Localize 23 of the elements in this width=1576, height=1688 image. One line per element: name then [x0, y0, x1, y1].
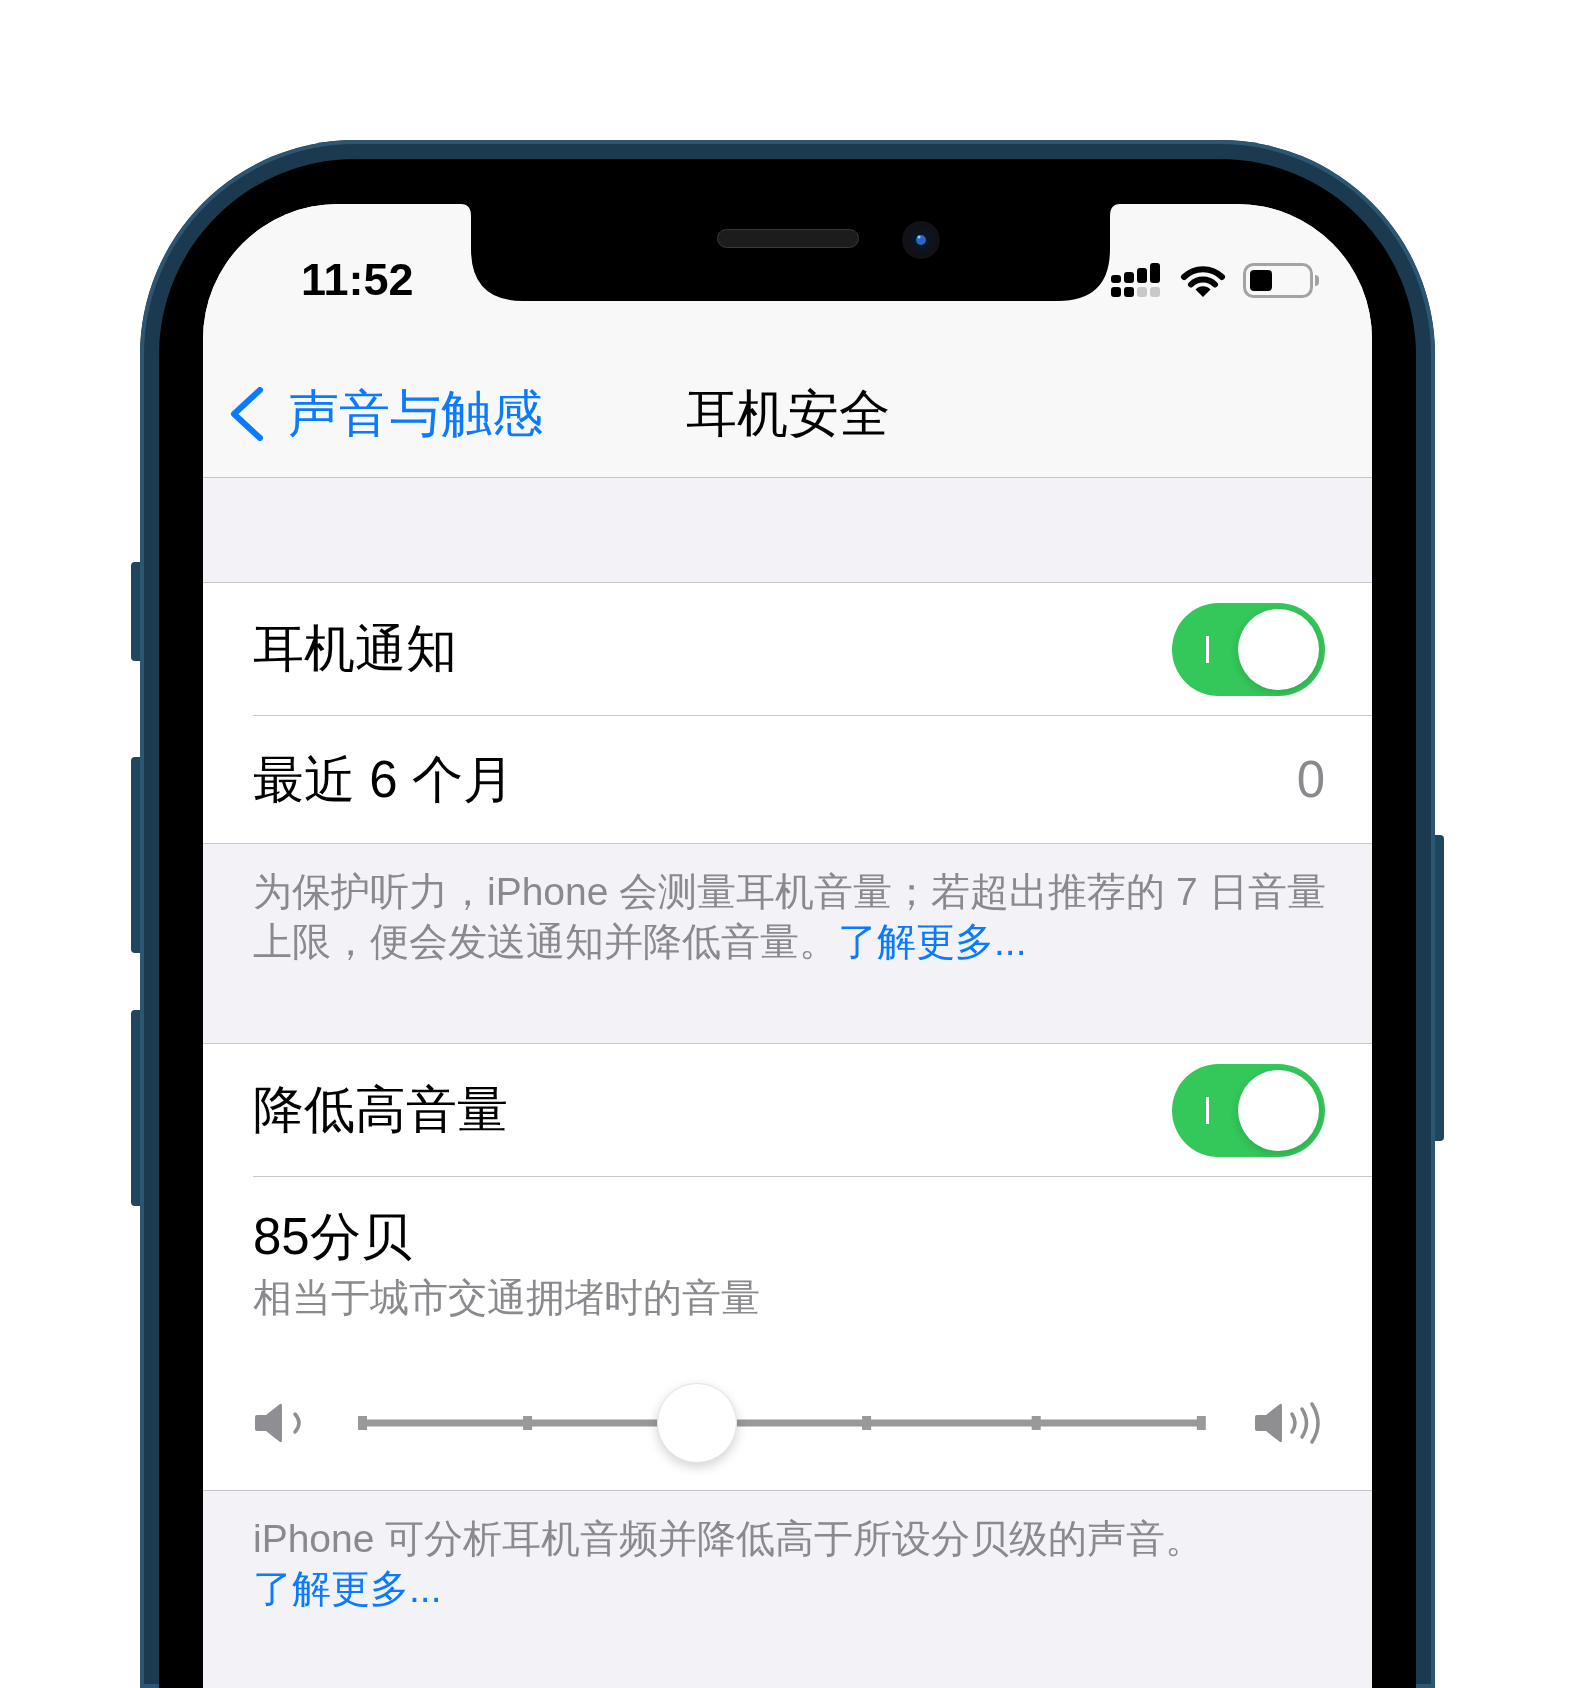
- row-label: 耳机通知: [253, 619, 457, 679]
- on-label-icon: [1206, 1096, 1209, 1124]
- footer-text: iPhone 可分析耳机音频并降低高于所设分贝级的声音。 了解更多...: [252, 1516, 1206, 1612]
- row-subtitle: 相当于城市交通拥堵时的音量: [253, 1275, 760, 1321]
- slider-thumb[interactable]: [657, 1383, 738, 1463]
- learn-more-link[interactable]: 了解更多...: [838, 920, 1027, 963]
- battery-icon: [1243, 262, 1319, 298]
- row-label: 最近 6 个月: [253, 749, 514, 810]
- status-time: 11:52: [301, 254, 414, 306]
- chevron-left-icon: [229, 386, 264, 441]
- page-title: 耳机安全: [685, 383, 890, 444]
- row-label: 降低高音量: [253, 1080, 508, 1140]
- on-label-icon: [1206, 635, 1209, 663]
- learn-more-link[interactable]: 了解更多...: [253, 1567, 442, 1610]
- footer-text: 为保护听力，iPhone 会测量耳机音量；若超出推荐的 7 日音量上限，便会发送通知并降低音量。了解更多...: [252, 869, 1327, 965]
- row-label: 85分贝: [253, 1207, 412, 1267]
- back-button[interactable]: 声音与触感: [229, 383, 543, 444]
- slider-track[interactable]: [358, 1383, 1206, 1463]
- camera-icon: [902, 221, 940, 259]
- row-value: 0: [1296, 749, 1325, 810]
- wifi-icon: [1179, 263, 1227, 297]
- signal-icon: [1111, 263, 1160, 297]
- grille-icon: [717, 229, 859, 248]
